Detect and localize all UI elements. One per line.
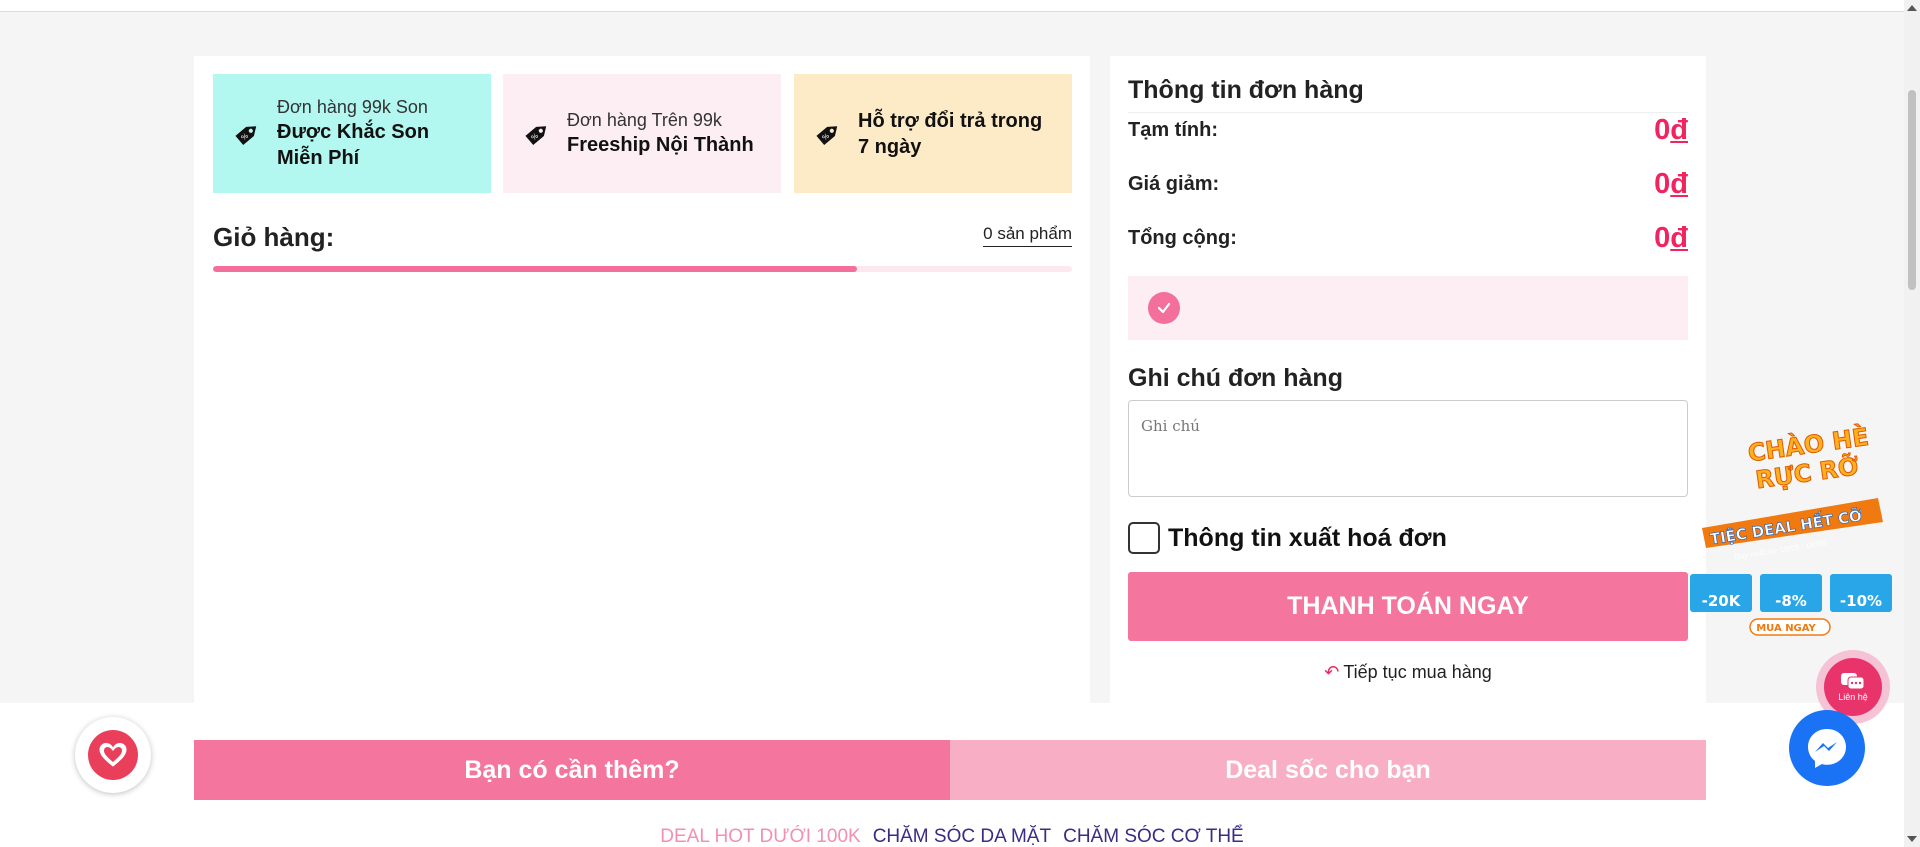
divider	[1128, 112, 1688, 113]
check-notice	[1128, 276, 1688, 340]
page-scrollbar[interactable]	[1904, 0, 1920, 847]
svg-text:-20K: -20K	[1702, 592, 1742, 610]
contact-label: Liên hệ	[1838, 692, 1868, 702]
promo-small-text: Đơn hàng Trên 99k	[567, 109, 722, 130]
promo-big-text: Freeship Nội Thành	[567, 134, 754, 157]
cart-title: Giỏ hàng:	[213, 222, 335, 252]
order-panel: Thông tin đơn hàng Tạm tính: 0đ Giá giảm…	[1110, 56, 1706, 706]
tab-need-more[interactable]: Bạn có cần thêm?	[194, 740, 950, 800]
svg-text:MUA NGAY: MUA NGAY	[1756, 623, 1816, 634]
invoice-option[interactable]: Thông tin xuất hoá đơn	[1128, 522, 1447, 554]
heart-icon	[88, 730, 138, 780]
promo-big-text: Được Khắc Son Miễn Phí	[277, 121, 430, 170]
cart-progress-fill	[213, 266, 858, 272]
promo-big-text: Hỗ trợ đổi trả trong 7 ngày	[858, 109, 1043, 158]
promo-small-text: Đơn hàng 99k Son	[277, 96, 428, 117]
invoice-label: Thông tin xuất hoá đơn	[1168, 523, 1447, 552]
promo-freeship: % Đơn hàng Trên 99k Freeship Nội Thành	[503, 74, 781, 193]
continue-shopping-label: Tiếp tục mua hàng	[1343, 662, 1492, 682]
cart-progress-bar	[213, 266, 1072, 272]
scroll-up-arrow-icon[interactable]	[1907, 5, 1917, 11]
voucher-minus-8-percent: -8%	[1760, 574, 1822, 612]
discount-value: 0đ	[1654, 168, 1688, 200]
subtotal-row: Tạm tính: 0đ	[1128, 114, 1688, 147]
promo-return: % Hỗ trợ đổi trả trong 7 ngày	[794, 74, 1072, 193]
svg-text:-10%: -10%	[1840, 592, 1882, 610]
order-title: Thông tin đơn hàng	[1128, 76, 1364, 104]
category-link[interactable]: DEAL HOT DƯỚI 100K	[660, 826, 860, 847]
tag-icon: %	[235, 125, 257, 145]
cart-count-link[interactable]: 0 sản phẩm	[983, 224, 1072, 247]
bottom-section: Bạn có cần thêm? Deal sốc cho bạn DEAL H…	[0, 703, 1904, 847]
check-icon	[1148, 292, 1180, 324]
reply-arrow-icon: ↶	[1324, 662, 1340, 682]
promo-engraving: % Đơn hàng 99k Son Được Khắc Son Miễn Ph…	[213, 74, 491, 193]
voucher-minus-10-percent: -10%	[1830, 574, 1892, 612]
category-links: DEAL HOT DƯỚI 100K CHĂM SÓC DA MẶT CHĂM …	[0, 826, 1904, 847]
note-title: Ghi chú đơn hàng	[1128, 364, 1343, 392]
messenger-button[interactable]	[1789, 710, 1865, 786]
category-link[interactable]: CHĂM SÓC DA MẶT	[873, 826, 1051, 847]
messenger-icon	[1808, 729, 1846, 768]
total-value: 0đ	[1654, 222, 1688, 254]
subtotal-value: 0đ	[1654, 114, 1688, 146]
wishlist-button[interactable]	[75, 717, 151, 793]
chat-icon: Liên hệ	[1824, 658, 1882, 716]
banner-graphic: CHÀO HÈ RỰC RỠ TIỆC DEAL HẾT CỠ Duy nhất…	[1690, 421, 1892, 636]
total-row: Tổng cộng: 0đ	[1128, 222, 1688, 255]
total-label: Tổng cộng:	[1128, 227, 1237, 249]
invoice-checkbox[interactable]	[1128, 522, 1160, 554]
tab-shock-deals[interactable]: Deal sốc cho bạn	[950, 740, 1706, 800]
summer-deal-banner[interactable]: CHÀO HÈ RỰC RỠ TIỆC DEAL HẾT CỠ Duy nhất…	[1688, 420, 1898, 640]
discount-label: Giá giảm:	[1128, 173, 1220, 195]
svg-text:-8%: -8%	[1775, 592, 1807, 610]
checkout-button[interactable]: THANH TOÁN NGAY	[1128, 572, 1688, 641]
voucher-minus-20k: -20K	[1690, 574, 1752, 612]
cart-panel: % Đơn hàng 99k Son Được Khắc Son Miễn Ph…	[194, 56, 1090, 706]
order-note-input[interactable]	[1128, 400, 1688, 497]
continue-shopping-link[interactable]: ↶ Tiếp tục mua hàng	[1110, 662, 1706, 683]
tag-icon: %	[525, 125, 547, 145]
category-link[interactable]: CHĂM SÓC CƠ THỂ	[1063, 826, 1244, 847]
tag-icon: %	[816, 125, 838, 145]
buy-now-badge: MUA NGAY	[1749, 618, 1831, 636]
scrollbar-thumb[interactable]	[1908, 90, 1916, 290]
scroll-down-arrow-icon[interactable]	[1907, 836, 1917, 842]
top-bar	[0, 0, 1904, 12]
subtotal-label: Tạm tính:	[1128, 119, 1218, 141]
discount-row: Giá giảm: 0đ	[1128, 168, 1688, 201]
